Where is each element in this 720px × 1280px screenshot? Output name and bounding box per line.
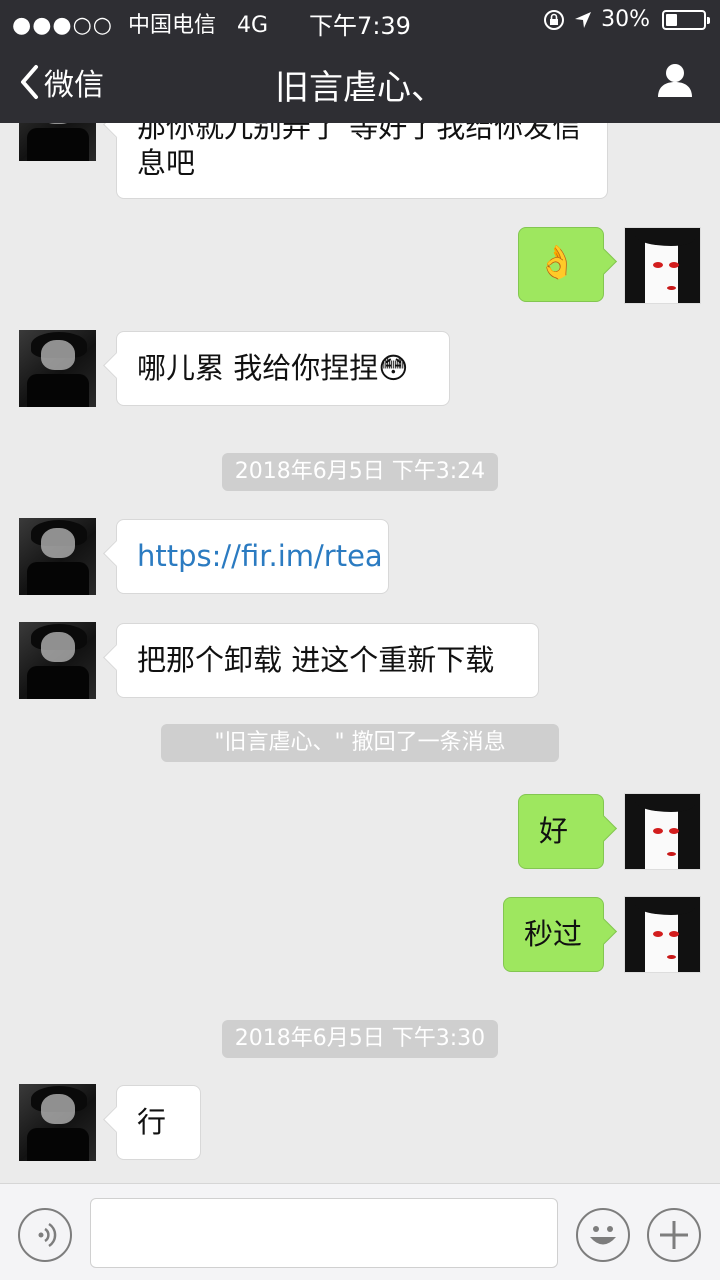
message-link[interactable]: https://fir.im/rtea [137,539,383,573]
emoji-button[interactable] [576,1208,630,1262]
recall-notice: "旧言虐心、" 撤回了一条消息 [161,724,559,762]
voice-button[interactable] [18,1208,72,1262]
battery-icon [662,9,710,30]
top-bar: ●●●○○ 中国电信 4G 下午7:39 30% 微信 旧言虐心、 [0,0,720,123]
incoming-message[interactable]: 把那个卸载 进这个重新下载 [116,623,539,698]
rotation-lock-icon [544,9,565,30]
battery-percent: 30% [601,7,650,32]
incoming-link-message: https://fir.im/rtea [116,519,389,594]
person-icon [658,64,692,97]
outgoing-message[interactable]: 👌 [518,227,604,302]
timestamp: 2018年6月5日 下午3:24 [222,453,498,491]
plus-icon [660,1221,688,1249]
status-bar: ●●●○○ 中国电信 4G 下午7:39 30% [0,0,720,40]
chat-title: 旧言虐心、 [275,68,445,108]
more-button[interactable] [647,1208,701,1262]
timestamp: 2018年6月5日 下午3:30 [222,1020,498,1058]
navigation-bar: 微信 旧言虐心、 [0,40,720,123]
chat-info-button[interactable] [656,62,694,102]
outgoing-message[interactable]: 秒过 [503,897,604,972]
battery-level [666,13,677,26]
my-avatar[interactable] [624,896,701,973]
voice-icon [38,1222,57,1248]
incoming-message[interactable]: 哪儿累 我给你捏捏😳 [116,331,450,406]
my-avatar[interactable] [624,793,701,870]
message-input[interactable] [90,1198,558,1268]
contact-avatar[interactable] [19,518,96,595]
my-avatar[interactable] [624,227,701,304]
smiley-icon [590,1226,616,1245]
contact-avatar[interactable] [19,330,96,407]
location-arrow-icon [575,11,592,28]
status-right: 30% [543,7,710,32]
input-bar [0,1183,720,1280]
contact-avatar[interactable] [19,1084,96,1161]
outgoing-message[interactable]: 好 [518,794,604,869]
incoming-message[interactable]: 行 [116,1085,201,1160]
contact-avatar[interactable] [19,622,96,699]
